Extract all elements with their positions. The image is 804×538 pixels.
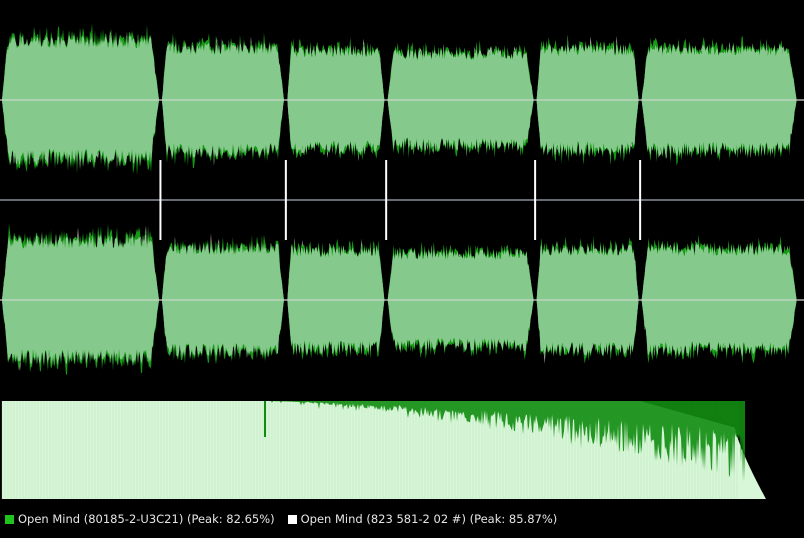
legend-swatch-green (5, 514, 14, 524)
track-waveform-3 (287, 237, 385, 361)
spectrum-comparison-graph (1, 401, 766, 499)
left-channel-waveform (0, 23, 804, 176)
waveform-canvas (0, 23, 804, 499)
legend-label: Open Mind (823 581-2 02 #) (Peak: 85.87%… (300, 512, 558, 526)
legend-entry-first-disc: Open Mind (80185-2-U3C21) (Peak: 82.65%) (5, 512, 275, 526)
legend-swatch-white (287, 514, 297, 524)
track-waveform-4 (387, 241, 534, 360)
track-waveform-1 (2, 223, 159, 375)
track-waveform-3 (287, 37, 385, 162)
track-waveform-6 (641, 35, 797, 166)
legend-label: Open Mind (80185-2-U3C21) (Peak: 82.65%) (18, 512, 275, 526)
legend-bar: Open Mind (80185-2-U3C21) (Peak: 82.65%)… (0, 508, 804, 530)
track-waveform-2 (161, 233, 284, 365)
waveform-comparison-view (0, 0, 804, 534)
legend-entry-second-disc: Open Mind (823 581-2 02 #) (Peak: 85.87%… (287, 512, 558, 526)
track-waveform-4 (387, 40, 534, 159)
right-channel-waveform (0, 223, 804, 375)
